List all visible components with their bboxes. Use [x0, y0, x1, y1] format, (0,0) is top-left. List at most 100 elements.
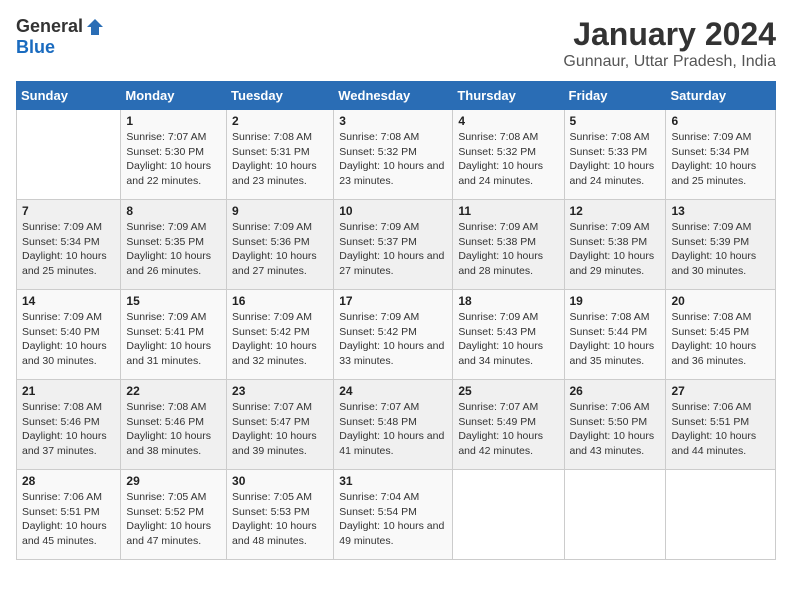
day-number: 24 [339, 384, 447, 398]
day-info: Sunrise: 7:09 AMSunset: 5:42 PMDaylight:… [339, 310, 447, 369]
page-header: General Blue January 2024 Gunnaur, Uttar… [16, 16, 776, 71]
day-info: Sunrise: 7:05 AMSunset: 5:53 PMDaylight:… [232, 490, 328, 549]
day-number: 26 [570, 384, 661, 398]
day-info: Sunrise: 7:09 AMSunset: 5:39 PMDaylight:… [671, 220, 770, 279]
day-number: 18 [458, 294, 558, 308]
calendar-cell: 23 Sunrise: 7:07 AMSunset: 5:47 PMDayligh… [227, 380, 334, 470]
day-number: 19 [570, 294, 661, 308]
day-info: Sunrise: 7:09 AMSunset: 5:38 PMDaylight:… [570, 220, 661, 279]
day-number: 9 [232, 204, 328, 218]
calendar-cell: 17 Sunrise: 7:09 AMSunset: 5:42 PMDayligh… [334, 290, 453, 380]
calendar-cell: 22 Sunrise: 7:08 AMSunset: 5:46 PMDayligh… [121, 380, 227, 470]
day-number: 5 [570, 114, 661, 128]
day-number: 8 [126, 204, 221, 218]
calendar-cell: 15 Sunrise: 7:09 AMSunset: 5:41 PMDayligh… [121, 290, 227, 380]
day-info: Sunrise: 7:09 AMSunset: 5:34 PMDaylight:… [22, 220, 115, 279]
logo-blue: Blue [16, 37, 55, 58]
day-info: Sunrise: 7:04 AMSunset: 5:54 PMDaylight:… [339, 490, 447, 549]
day-number: 28 [22, 474, 115, 488]
calendar-cell: 13 Sunrise: 7:09 AMSunset: 5:39 PMDayligh… [666, 200, 776, 290]
header-day-friday: Friday [564, 82, 666, 110]
calendar-week-2: 7 Sunrise: 7:09 AMSunset: 5:34 PMDaylight… [17, 200, 776, 290]
calendar-cell [666, 470, 776, 560]
calendar-cell [564, 470, 666, 560]
header-day-wednesday: Wednesday [334, 82, 453, 110]
day-number: 10 [339, 204, 447, 218]
day-info: Sunrise: 7:09 AMSunset: 5:37 PMDaylight:… [339, 220, 447, 279]
calendar-cell: 11Sunrise: 7:09 AMSunset: 5:38 PMDayligh… [453, 200, 564, 290]
day-info: Sunrise: 7:08 AMSunset: 5:46 PMDaylight:… [22, 400, 115, 459]
day-info: Sunrise: 7:08 AMSunset: 5:46 PMDaylight:… [126, 400, 221, 459]
logo: General Blue [16, 16, 105, 58]
day-number: 22 [126, 384, 221, 398]
day-number: 14 [22, 294, 115, 308]
day-info: Sunrise: 7:09 AMSunset: 5:43 PMDaylight:… [458, 310, 558, 369]
day-number: 30 [232, 474, 328, 488]
day-number: 20 [671, 294, 770, 308]
calendar-cell: 4Sunrise: 7:08 AMSunset: 5:32 PMDaylight… [453, 110, 564, 200]
day-number: 3 [339, 114, 447, 128]
logo-general: General [16, 16, 83, 37]
day-info: Sunrise: 7:07 AMSunset: 5:47 PMDaylight:… [232, 400, 328, 459]
day-info: Sunrise: 7:07 AMSunset: 5:48 PMDaylight:… [339, 400, 447, 459]
calendar-cell: 28 Sunrise: 7:06 AMSunset: 5:51 PMDayligh… [17, 470, 121, 560]
day-number: 25 [458, 384, 558, 398]
day-info: Sunrise: 7:09 AMSunset: 5:41 PMDaylight:… [126, 310, 221, 369]
calendar-cell: 8 Sunrise: 7:09 AMSunset: 5:35 PMDaylight… [121, 200, 227, 290]
calendar-cell: 5 Sunrise: 7:08 AMSunset: 5:33 PMDaylight… [564, 110, 666, 200]
calendar-cell: 12Sunrise: 7:09 AMSunset: 5:38 PMDayligh… [564, 200, 666, 290]
day-number: 7 [22, 204, 115, 218]
day-info: Sunrise: 7:06 AMSunset: 5:50 PMDaylight:… [570, 400, 661, 459]
day-info: Sunrise: 7:08 AMSunset: 5:31 PMDaylight:… [232, 130, 328, 189]
calendar-cell: 1Sunrise: 7:07 AMSunset: 5:30 PMDaylight… [121, 110, 227, 200]
calendar-cell: 19 Sunrise: 7:08 AMSunset: 5:44 PMDayligh… [564, 290, 666, 380]
day-info: Sunrise: 7:09 AMSunset: 5:40 PMDaylight:… [22, 310, 115, 369]
day-info: Sunrise: 7:08 AMSunset: 5:44 PMDaylight:… [570, 310, 661, 369]
day-number: 29 [126, 474, 221, 488]
day-info: Sunrise: 7:08 AMSunset: 5:33 PMDaylight:… [570, 130, 661, 189]
month-title: January 2024 [563, 16, 776, 53]
calendar-cell: 26 Sunrise: 7:06 AMSunset: 5:50 PMDayligh… [564, 380, 666, 470]
calendar-cell: 21 Sunrise: 7:08 AMSunset: 5:46 PMDayligh… [17, 380, 121, 470]
day-number: 13 [671, 204, 770, 218]
day-info: Sunrise: 7:09 AMSunset: 5:35 PMDaylight:… [126, 220, 221, 279]
calendar-cell: 9Sunrise: 7:09 AMSunset: 5:36 PMDaylight… [227, 200, 334, 290]
header-day-thursday: Thursday [453, 82, 564, 110]
calendar-cell [17, 110, 121, 200]
day-info: Sunrise: 7:06 AMSunset: 5:51 PMDaylight:… [671, 400, 770, 459]
calendar-cell: 30 Sunrise: 7:05 AMSunset: 5:53 PMDayligh… [227, 470, 334, 560]
calendar-header: SundayMondayTuesdayWednesdayThursdayFrid… [17, 82, 776, 110]
calendar-cell: 7 Sunrise: 7:09 AMSunset: 5:34 PMDaylight… [17, 200, 121, 290]
calendar-week-3: 14 Sunrise: 7:09 AMSunset: 5:40 PMDayligh… [17, 290, 776, 380]
day-number: 4 [458, 114, 558, 128]
day-info: Sunrise: 7:09 AMSunset: 5:42 PMDaylight:… [232, 310, 328, 369]
logo-icon [85, 17, 105, 37]
calendar-cell: 16Sunrise: 7:09 AMSunset: 5:42 PMDayligh… [227, 290, 334, 380]
day-number: 11 [458, 204, 558, 218]
day-info: Sunrise: 7:07 AMSunset: 5:49 PMDaylight:… [458, 400, 558, 459]
calendar-cell: 25 Sunrise: 7:07 AMSunset: 5:49 PMDayligh… [453, 380, 564, 470]
calendar-cell: 24 Sunrise: 7:07 AMSunset: 5:48 PMDayligh… [334, 380, 453, 470]
calendar-cell: 27 Sunrise: 7:06 AMSunset: 5:51 PMDayligh… [666, 380, 776, 470]
calendar-week-1: 1Sunrise: 7:07 AMSunset: 5:30 PMDaylight… [17, 110, 776, 200]
day-number: 27 [671, 384, 770, 398]
calendar-table: SundayMondayTuesdayWednesdayThursdayFrid… [16, 81, 776, 560]
day-info: Sunrise: 7:08 AMSunset: 5:45 PMDaylight:… [671, 310, 770, 369]
calendar-week-5: 28 Sunrise: 7:06 AMSunset: 5:51 PMDayligh… [17, 470, 776, 560]
day-number: 17 [339, 294, 447, 308]
day-number: 21 [22, 384, 115, 398]
calendar-cell: 14 Sunrise: 7:09 AMSunset: 5:40 PMDayligh… [17, 290, 121, 380]
day-info: Sunrise: 7:07 AMSunset: 5:30 PMDaylight:… [126, 130, 221, 189]
day-info: Sunrise: 7:05 AMSunset: 5:52 PMDaylight:… [126, 490, 221, 549]
calendar-cell: 6Sunrise: 7:09 AMSunset: 5:34 PMDaylight… [666, 110, 776, 200]
day-info: Sunrise: 7:06 AMSunset: 5:51 PMDaylight:… [22, 490, 115, 549]
day-number: 23 [232, 384, 328, 398]
calendar-week-4: 21 Sunrise: 7:08 AMSunset: 5:46 PMDayligh… [17, 380, 776, 470]
day-number: 31 [339, 474, 447, 488]
calendar-body: 1Sunrise: 7:07 AMSunset: 5:30 PMDaylight… [17, 110, 776, 560]
location: Gunnaur, Uttar Pradesh, India [563, 53, 776, 71]
header-day-saturday: Saturday [666, 82, 776, 110]
day-number: 2 [232, 114, 328, 128]
day-number: 15 [126, 294, 221, 308]
day-info: Sunrise: 7:08 AMSunset: 5:32 PMDaylight:… [339, 130, 447, 189]
